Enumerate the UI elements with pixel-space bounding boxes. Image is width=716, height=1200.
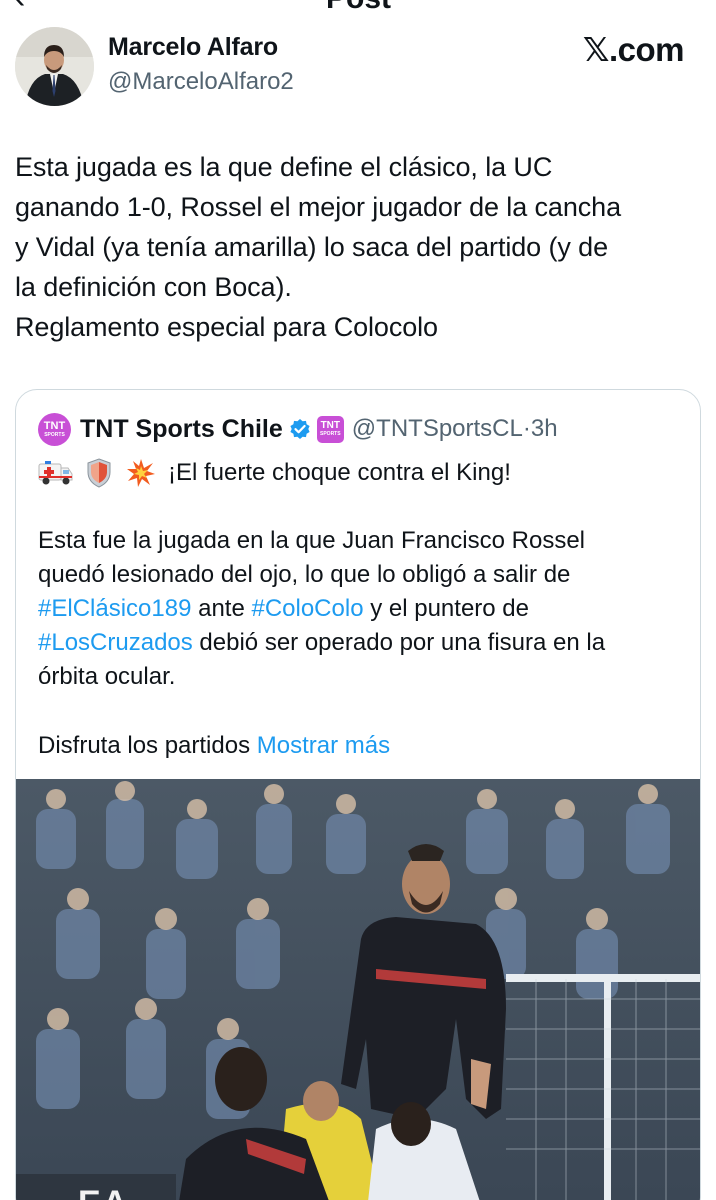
quoted-headline: ¡El fuerte choque contra el King! <box>38 454 511 492</box>
affiliate-badge-icon[interactable]: TNT SPORTS <box>316 415 344 443</box>
page-title: Post <box>326 0 391 16</box>
quoted-body-line: quedó lesionado del ojo, lo que lo oblig… <box>38 561 571 588</box>
quoted-body: Esta fue la jugada en la que Juan Franci… <box>38 524 688 694</box>
quoted-body-line: #LosCruzados debió ser operado por una f… <box>38 626 688 660</box>
show-more-row: Disfruta los partidos Mostrar más <box>38 732 390 760</box>
hashtag-link[interactable]: #ColoColo <box>251 595 363 622</box>
separator-dot: · <box>522 415 531 442</box>
affiliate-logo-subtext: SPORTS <box>320 431 341 437</box>
quoted-handle-text[interactable]: @TNTSportsCL <box>352 415 523 442</box>
x-com-watermark: 𝕏.com <box>582 31 685 68</box>
collision-icon <box>127 459 155 487</box>
tweet-line: ganando 1-0, Rossel el mejor jugador de … <box>15 192 621 222</box>
quoted-body-fragment: y el puntero de <box>363 595 529 622</box>
match-photo <box>16 779 700 1200</box>
tnt-logo-subtext: SPORTS <box>44 431 65 438</box>
affiliate-logo-text: TNT <box>320 420 341 431</box>
quoted-body-line: órbita ocular. <box>38 663 176 690</box>
quoted-author-handle: @TNTSportsCL·3h <box>352 415 558 443</box>
tweet-line: la definición con Boca). <box>15 272 292 302</box>
hashtag-link[interactable]: #ElClásico189 <box>38 595 191 622</box>
ambulance-icon <box>38 461 73 485</box>
media-overlay-text: EA <box>78 1184 129 1200</box>
quoted-body-fragment: ante <box>191 595 252 622</box>
tweet-line: Reglamento especial para Colocolo <box>15 312 438 342</box>
tweet-line: Esta jugada es la que define el clásico,… <box>15 152 553 182</box>
tweet-line: y Vidal (ya tenía amarilla) lo saca del … <box>15 232 608 262</box>
show-more-link[interactable]: Mostrar más <box>257 732 390 759</box>
quoted-body-fragment: Disfruta los partidos <box>38 732 251 759</box>
verified-badge-icon <box>290 419 310 439</box>
shield-icon <box>87 458 111 488</box>
quoted-tweet-card[interactable]: TNT SPORTS TNT Sports Chile TNT SPORTS @… <box>15 389 701 1200</box>
top-bar: ‹ Post <box>0 0 716 16</box>
author-name[interactable]: Marcelo Alfaro <box>108 33 278 62</box>
tnt-logo-text: TNT <box>43 419 66 432</box>
hashtag-link[interactable]: #LosCruzados <box>38 629 193 656</box>
quoted-media[interactable]: EA <box>16 779 700 1200</box>
back-arrow-icon[interactable]: ‹ <box>14 0 25 16</box>
avatar-photo <box>15 27 94 106</box>
avatar[interactable] <box>15 27 94 106</box>
quoted-body-line: #ElClásico189 ante #ColoColo y el punter… <box>38 592 688 626</box>
quoted-body-fragment: debió ser operado por una fisura en la <box>192 629 606 656</box>
quoted-body-line: Esta fue la jugada en la que Juan Franci… <box>38 527 585 554</box>
tnt-avatar-icon[interactable]: TNT SPORTS <box>38 412 71 446</box>
author-handle[interactable]: @MarceloAlfaro2 <box>108 68 294 96</box>
quoted-headline-text: ¡El fuerte choque contra el King! <box>168 459 511 486</box>
tweet-text: Esta jugada es la que define el clásico,… <box>15 147 705 347</box>
quoted-tweet-header: TNT SPORTS TNT Sports Chile TNT SPORTS @… <box>38 412 558 446</box>
quoted-author-name[interactable]: TNT Sports Chile <box>80 415 283 444</box>
quoted-timestamp[interactable]: 3h <box>531 415 558 442</box>
